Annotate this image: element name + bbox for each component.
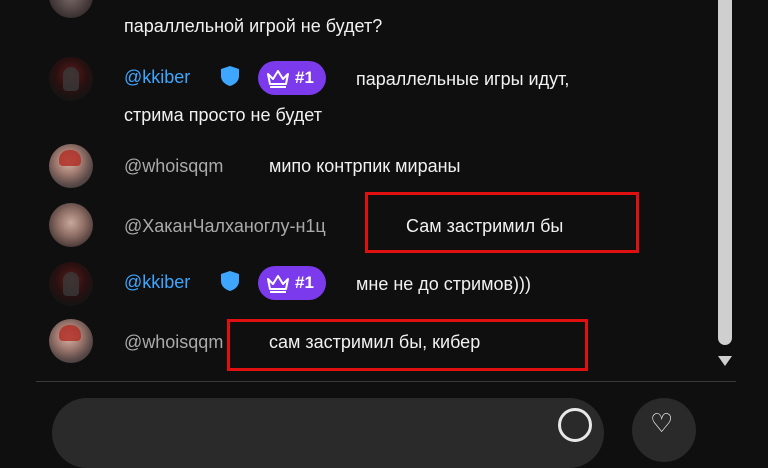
scroll-thumb[interactable]	[718, 0, 732, 345]
scroll-down-arrow-icon[interactable]	[718, 356, 732, 366]
verified-shield-icon	[221, 271, 239, 291]
username[interactable]: @kkiber	[124, 64, 190, 90]
username[interactable]: @whoisqqm	[124, 329, 223, 355]
chat-input[interactable]	[52, 398, 604, 468]
message-text: параллельной игрой не будет?	[124, 16, 383, 36]
crown-icon	[267, 275, 289, 293]
member-badge[interactable]: #1	[258, 61, 326, 95]
divider	[36, 381, 736, 382]
chat-panel: параллельной игрой не будет? @kkiber #1 …	[0, 0, 710, 380]
avatar[interactable]	[49, 262, 93, 306]
avatar[interactable]	[49, 57, 93, 101]
username[interactable]: @ХаканЧалханоглу-н1ц	[124, 213, 326, 239]
heart-icon: ♡	[650, 408, 674, 438]
message-text: мипо контрпик мираны	[269, 156, 461, 176]
avatar[interactable]	[49, 203, 93, 247]
emoji-icon[interactable]	[558, 408, 592, 442]
avatar[interactable]	[49, 319, 93, 363]
highlight-box	[365, 192, 639, 253]
verified-shield-icon	[221, 66, 239, 86]
username[interactable]: @whoisqqm	[124, 153, 223, 179]
badge-label: #1	[295, 68, 314, 87]
avatar[interactable]	[49, 144, 93, 188]
crown-icon	[267, 70, 289, 88]
badge-label: #1	[295, 273, 314, 292]
username[interactable]: @kkiber	[124, 269, 190, 295]
highlight-box	[227, 319, 588, 371]
scrollbar[interactable]	[718, 0, 732, 372]
message-text: стрима просто не будет	[124, 105, 322, 125]
member-badge[interactable]: #1	[258, 266, 326, 300]
message-text: параллельные игры идут,	[356, 69, 570, 89]
message-text: мне не до стримов)))	[356, 274, 532, 294]
avatar[interactable]	[49, 0, 93, 18]
